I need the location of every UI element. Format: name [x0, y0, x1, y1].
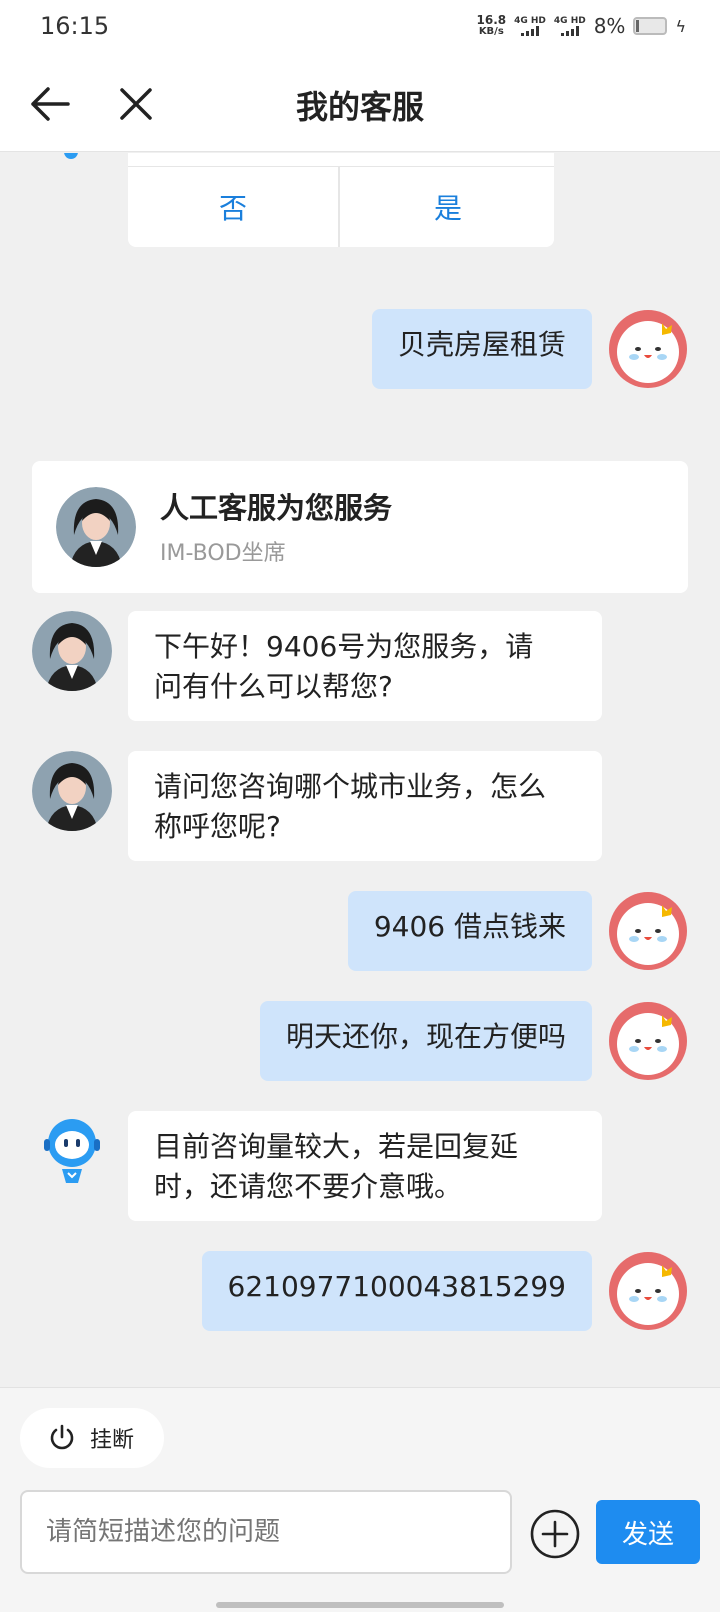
- sim2-signal-icon: 4G HD: [554, 16, 586, 36]
- battery-percent: 8%: [593, 14, 626, 38]
- bot-avatar: [32, 1111, 112, 1191]
- user-mascot-icon: [609, 1252, 687, 1330]
- composer-bar: 挂断 发送: [0, 1387, 720, 1612]
- user-mascot-icon: [609, 310, 687, 388]
- hangup-label: 挂断: [90, 1428, 135, 1453]
- plus-circle-icon: [530, 1509, 580, 1559]
- charging-icon: ϟ: [675, 16, 686, 36]
- hangup-button[interactable]: 挂断: [20, 1408, 164, 1468]
- status-time: 16:15: [40, 12, 110, 40]
- user-avatar: [608, 1001, 688, 1081]
- choice-card: 否 是: [128, 153, 554, 247]
- status-indicators: 16.8 KB/s 4G HD 4G HD 8% ϟ: [477, 14, 687, 38]
- bot-avatar-partial: [64, 153, 78, 159]
- battery-icon: [633, 17, 668, 35]
- user-avatar: [608, 891, 688, 971]
- agent-photo-icon: [32, 751, 112, 831]
- user-message: 6210977100043815299: [201, 1251, 592, 1331]
- user-mascot-icon: [609, 1002, 687, 1080]
- sim1-signal-icon: 4G HD: [514, 16, 546, 36]
- user-message: 9406 借点钱来: [347, 891, 592, 971]
- agent-intro-card: 人工客服为您服务 IM-BOD坐席: [32, 461, 688, 593]
- agent-photo-icon: [32, 611, 112, 691]
- choice-no-button[interactable]: 否: [128, 167, 340, 247]
- user-avatar: [608, 1251, 688, 1331]
- chat-area[interactable]: 否 是 贝壳房屋租赁 人工客服为您服务 IM-BOD坐席 下午好！9406号为您…: [0, 153, 720, 1387]
- agent-message: 下午好！9406号为您服务，请 问有什么可以帮您?: [128, 611, 602, 721]
- user-avatar: [608, 309, 688, 389]
- robot-mascot-icon: [32, 1111, 112, 1191]
- user-message: 贝壳房屋租赁: [371, 309, 592, 389]
- agent-card-title: 人工客服为您服务: [160, 491, 393, 525]
- network-speed: 16.8 KB/s: [476, 13, 507, 37]
- agent-avatar: [56, 487, 136, 567]
- agent-message: 请问您咨询哪个城市业务，怎么 称呼您呢?: [128, 751, 602, 861]
- message-input[interactable]: [20, 1490, 512, 1574]
- agent-avatar: [32, 751, 112, 831]
- agent-photo-icon: [56, 487, 136, 567]
- agent-card-subtitle: IM-BOD坐席: [160, 541, 286, 566]
- page-title: 我的客服: [295, 88, 424, 126]
- bot-message: 目前咨询量较大，若是回复延 时，还请您不要介意哦。: [128, 1111, 602, 1221]
- app-header: 我的客服: [0, 56, 720, 152]
- add-attachment-button[interactable]: [529, 1508, 581, 1560]
- choice-yes-button[interactable]: 是: [342, 167, 554, 247]
- send-button[interactable]: 发送: [596, 1500, 700, 1564]
- user-mascot-icon: [609, 892, 687, 970]
- status-bar: 16:15 16.8 KB/s 4G HD 4G HD 8% ϟ: [0, 0, 720, 56]
- home-indicator[interactable]: [216, 1602, 504, 1608]
- agent-avatar: [32, 611, 112, 691]
- power-icon: [50, 1424, 74, 1450]
- user-message: 明天还你，现在方便吗: [259, 1001, 592, 1081]
